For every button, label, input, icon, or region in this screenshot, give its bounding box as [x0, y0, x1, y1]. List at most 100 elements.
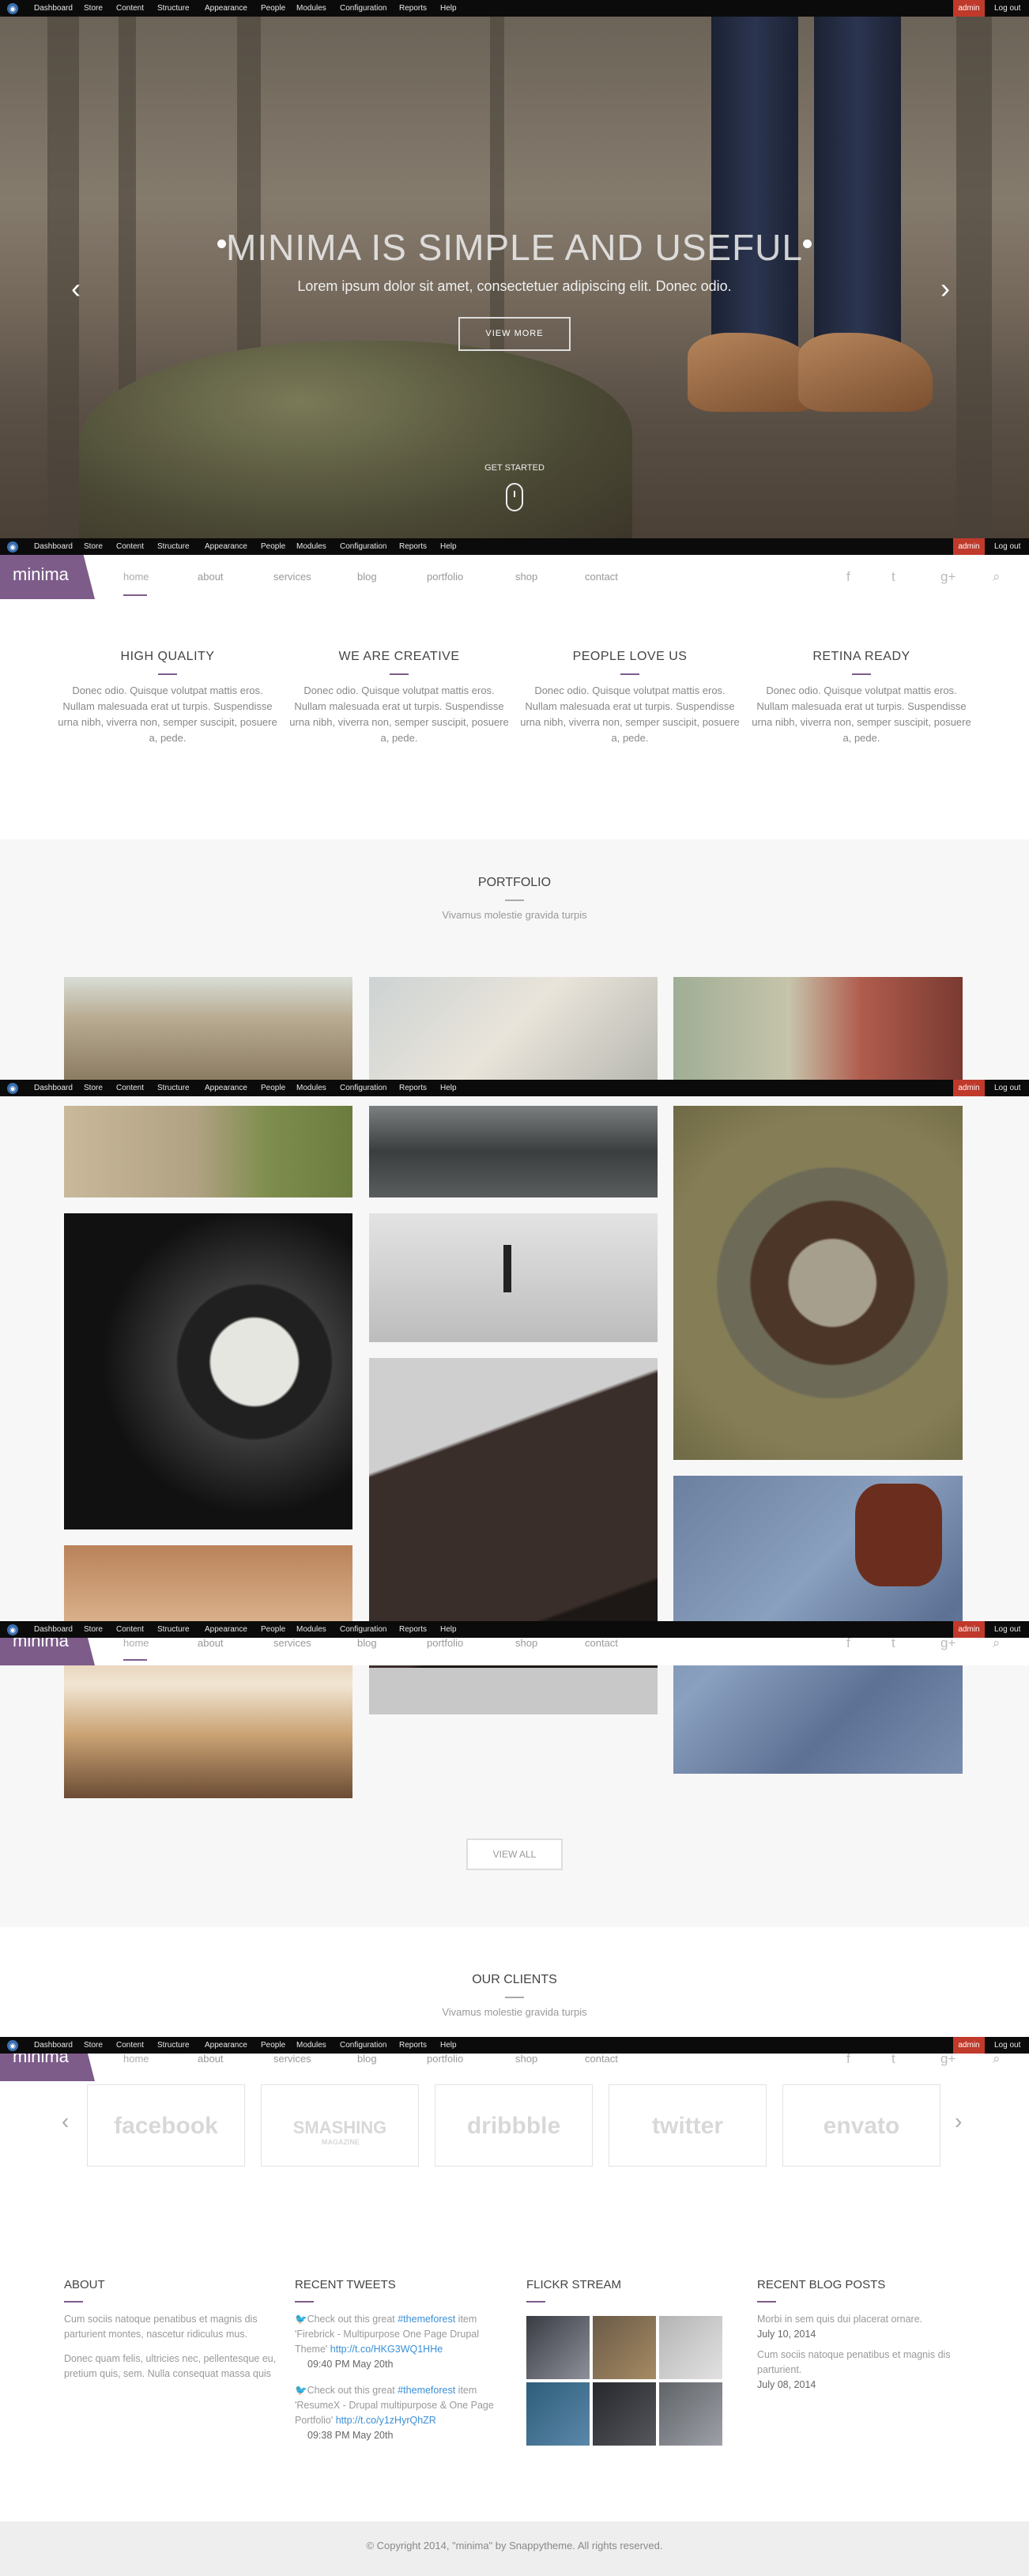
site-logo[interactable]: minima: [0, 2054, 95, 2081]
admin-menu-item[interactable]: Modules: [296, 538, 326, 555]
admin-menu-item[interactable]: Content: [116, 2037, 144, 2054]
hashtag-link[interactable]: #themeforest: [398, 2385, 455, 2396]
admin-menu-item[interactable]: Appearance: [205, 538, 247, 555]
admin-menu-item[interactable]: People: [261, 0, 285, 17]
nav-contact[interactable]: contact: [585, 1638, 618, 1649]
admin-menu-item[interactable]: People: [261, 1080, 285, 1096]
drupal-home-icon[interactable]: ◉: [7, 1083, 18, 1094]
flickr-thumb[interactable]: [593, 2382, 656, 2446]
admin-menu-item[interactable]: Help: [440, 0, 457, 17]
nav-contact[interactable]: contact: [585, 2054, 618, 2065]
client-logo-envato[interactable]: envato: [782, 2084, 940, 2167]
nav-portfolio[interactable]: portfolio: [427, 1638, 463, 1649]
site-logo[interactable]: minima: [0, 1638, 95, 1665]
admin-menu-item[interactable]: Store: [84, 0, 103, 17]
admin-menu-item[interactable]: Appearance: [205, 2037, 247, 2054]
nav-services[interactable]: services: [273, 2054, 311, 2065]
city-image[interactable]: [64, 1106, 352, 1197]
logout-link[interactable]: Log out: [994, 1621, 1020, 1638]
nav-services[interactable]: services: [273, 1638, 311, 1649]
twitter-icon[interactable]: t: [891, 2054, 895, 2067]
admin-menu-item[interactable]: Help: [440, 538, 457, 555]
nav-home[interactable]: home: [123, 1638, 149, 1661]
pen-image[interactable]: [369, 1668, 658, 1714]
nav-about[interactable]: about: [198, 2054, 224, 2065]
search-icon[interactable]: ⌕: [993, 1638, 1001, 1651]
nav-blog[interactable]: blog: [357, 2054, 377, 2065]
nav-shop[interactable]: shop: [515, 2054, 537, 2065]
client-logo-facebook[interactable]: facebook: [87, 2084, 245, 2167]
pastry-image[interactable]: [64, 1545, 352, 1798]
admin-menu-item[interactable]: Structure: [157, 538, 190, 555]
admin-menu-item[interactable]: Appearance: [205, 0, 247, 17]
nav-home[interactable]: home: [123, 571, 149, 596]
site-logo[interactable]: minima: [0, 555, 95, 599]
nav-shop[interactable]: shop: [515, 1638, 537, 1649]
admin-menu-item[interactable]: Help: [440, 1080, 457, 1096]
logout-link[interactable]: Log out: [994, 538, 1020, 555]
admin-menu-item[interactable]: Appearance: [205, 1621, 247, 1638]
city-image[interactable]: [64, 977, 352, 1080]
admin-menu-item[interactable]: Reports: [399, 1080, 427, 1096]
client-logo-dribbble[interactable]: dribbble: [435, 2084, 593, 2167]
admin-user-link[interactable]: admin: [953, 2037, 985, 2054]
airplane-propeller-image[interactable]: [673, 1106, 963, 1460]
nav-contact[interactable]: contact: [585, 571, 618, 583]
admin-menu-item[interactable]: Structure: [157, 2037, 190, 2054]
hashtag-link[interactable]: #themeforest: [398, 2314, 455, 2325]
twitter-icon[interactable]: t: [891, 569, 895, 585]
facebook-icon[interactable]: f: [846, 569, 850, 585]
admin-menu-item[interactable]: Configuration: [340, 538, 386, 555]
admin-menu-item[interactable]: Reports: [399, 538, 427, 555]
admin-menu-item[interactable]: Store: [84, 1080, 103, 1096]
nav-blog[interactable]: blog: [357, 571, 377, 583]
google-plus-icon[interactable]: g+: [940, 2054, 956, 2067]
nav-portfolio[interactable]: portfolio: [427, 2054, 463, 2065]
client-logo-twitter[interactable]: twitter: [609, 2084, 767, 2167]
blog-post-link[interactable]: Morbi in sem quis dui placerat ornare.: [757, 2312, 971, 2327]
drupal-home-icon[interactable]: ◉: [7, 3, 18, 14]
view-all-button[interactable]: VIEW ALL: [466, 1839, 563, 1870]
admin-menu-item[interactable]: Dashboard: [34, 0, 73, 17]
nav-about[interactable]: about: [198, 571, 224, 583]
chevron-left-icon[interactable]: ‹: [62, 2109, 69, 2134]
search-icon[interactable]: ⌕: [993, 569, 1001, 585]
google-plus-icon[interactable]: g+: [940, 569, 956, 585]
admin-menu-item[interactable]: Reports: [399, 2037, 427, 2054]
flickr-thumb[interactable]: [659, 2382, 722, 2446]
chevron-right-icon[interactable]: ›: [955, 2109, 962, 2134]
admin-menu-item[interactable]: Modules: [296, 0, 326, 17]
view-more-button[interactable]: VIEW MORE: [458, 317, 571, 351]
facebook-icon[interactable]: f: [846, 1638, 850, 1651]
admin-menu-item[interactable]: People: [261, 1621, 285, 1638]
flickr-thumb[interactable]: [526, 2382, 590, 2446]
flickr-thumb[interactable]: [593, 2316, 656, 2379]
search-icon[interactable]: ⌕: [993, 2054, 1001, 2067]
admin-menu-item[interactable]: Store: [84, 1621, 103, 1638]
twitter-icon[interactable]: t: [891, 1638, 895, 1651]
admin-menu-item[interactable]: Modules: [296, 1621, 326, 1638]
admin-user-link[interactable]: admin: [953, 1080, 985, 1096]
nav-blog[interactable]: blog: [357, 1638, 377, 1649]
admin-menu-item[interactable]: Configuration: [340, 1621, 386, 1638]
drupal-home-icon[interactable]: ◉: [7, 2040, 18, 2051]
admin-menu-item[interactable]: Reports: [399, 0, 427, 17]
nav-shop[interactable]: shop: [515, 571, 537, 583]
admin-user-link[interactable]: admin: [953, 538, 985, 555]
sea-marker-image[interactable]: [369, 1213, 658, 1342]
admin-menu-item[interactable]: Store: [84, 2037, 103, 2054]
admin-menu-item[interactable]: Content: [116, 0, 144, 17]
admin-menu-item[interactable]: Help: [440, 2037, 457, 2054]
admin-menu-item[interactable]: Modules: [296, 2037, 326, 2054]
admin-menu-item[interactable]: Configuration: [340, 0, 386, 17]
admin-menu-item[interactable]: Dashboard: [34, 538, 73, 555]
admin-user-link[interactable]: admin: [953, 1621, 985, 1638]
admin-menu-item[interactable]: Structure: [157, 0, 190, 17]
admin-menu-item[interactable]: Configuration: [340, 1080, 386, 1096]
admin-menu-item[interactable]: Dashboard: [34, 1080, 73, 1096]
admin-menu-item[interactable]: Structure: [157, 1621, 190, 1638]
tweet-link[interactable]: http://t.co/y1zHyrQhZR: [336, 2415, 436, 2426]
google-plus-icon[interactable]: g+: [940, 1638, 956, 1651]
chevron-right-icon[interactable]: ›: [940, 272, 950, 305]
chevron-left-icon[interactable]: ‹: [71, 272, 81, 305]
